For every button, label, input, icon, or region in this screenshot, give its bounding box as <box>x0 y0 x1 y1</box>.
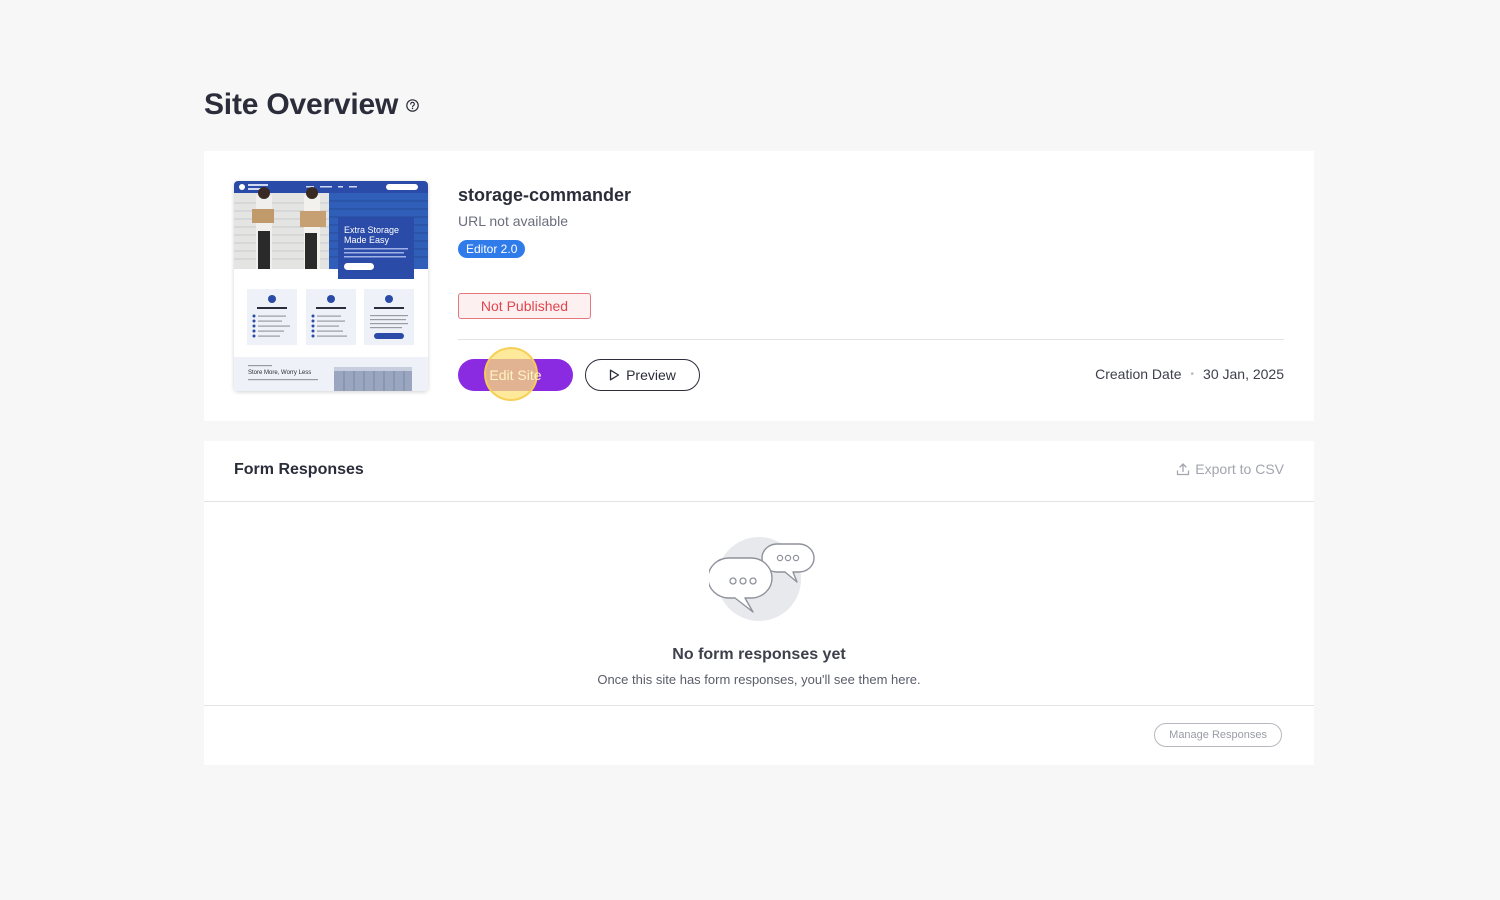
export-csv-label: Export to CSV <box>1195 461 1284 477</box>
edit-site-button[interactable]: Edit Site <box>458 359 573 391</box>
divider <box>458 339 1284 340</box>
empty-state-title: No form responses yet <box>672 646 846 663</box>
edit-site-label: Edit Site <box>489 367 542 383</box>
site-url: URL not available <box>458 213 568 229</box>
site-thumbnail[interactable]: Extra Storage Made Easy Store More, Worr… <box>234 181 428 391</box>
page-header: Site Overview <box>204 88 419 122</box>
page-title: Site Overview <box>204 88 399 121</box>
thumbnail-bottom-heading: Store More, Worry Less <box>248 370 311 376</box>
manage-responses-button[interactable]: Manage Responses <box>1154 723 1282 747</box>
publish-status-badge: Not Published <box>458 293 591 319</box>
creation-date-value: 30 Jan, 2025 <box>1203 366 1284 382</box>
creation-date-row: Creation Date • 30 Jan, 2025 <box>1095 366 1284 382</box>
site-card: Extra Storage Made Easy Store More, Worr… <box>204 151 1314 421</box>
form-responses-card: Form Responses Export to CSV No form res… <box>204 441 1314 765</box>
creation-date-label: Creation Date <box>1095 366 1182 382</box>
question-circle-icon[interactable] <box>406 98 419 112</box>
export-csv-link[interactable]: Export to CSV <box>1176 461 1284 477</box>
chat-bubbles-icon <box>707 536 815 627</box>
divider <box>204 705 1314 706</box>
play-icon <box>609 369 620 381</box>
separator-dot: • <box>1190 368 1195 380</box>
upload-icon <box>1177 463 1190 476</box>
preview-label: Preview <box>626 367 676 383</box>
empty-state-subtitle: Once this site has form responses, you'l… <box>597 672 921 687</box>
divider <box>204 501 1314 502</box>
form-responses-title: Form Responses <box>234 461 364 478</box>
preview-button[interactable]: Preview <box>585 359 700 391</box>
site-name: storage-commander <box>458 185 632 205</box>
editor-version-badge: Editor 2.0 <box>458 240 526 258</box>
